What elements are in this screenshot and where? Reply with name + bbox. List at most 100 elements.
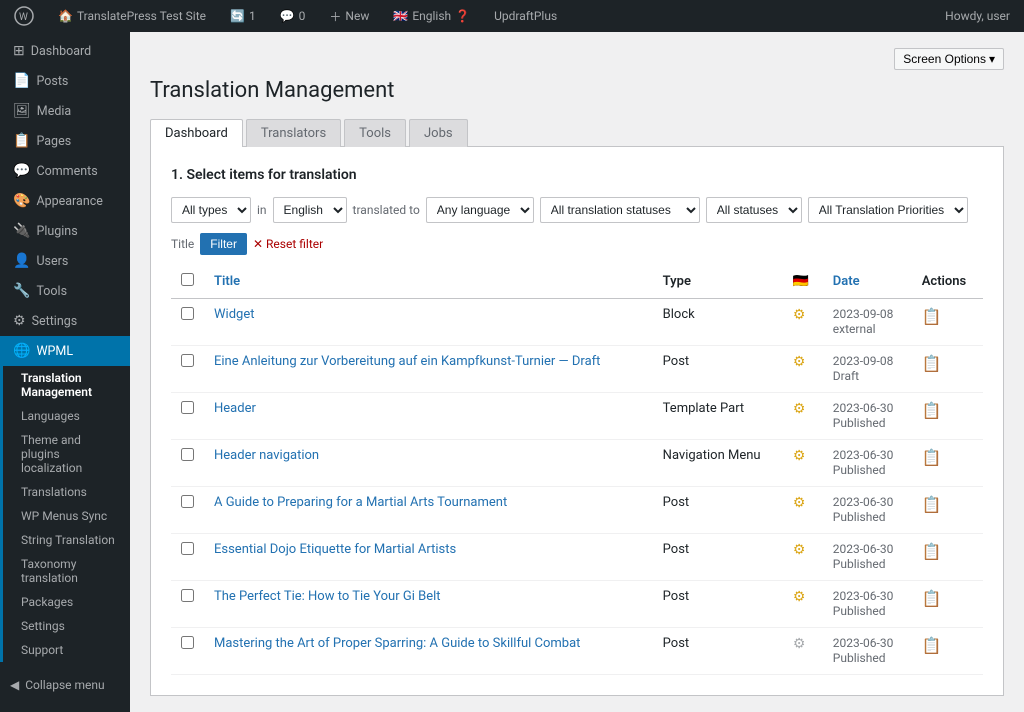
row-action-icon[interactable]: 📋: [922, 636, 942, 655]
row-action-icon[interactable]: 📋: [922, 401, 942, 420]
sidebar-item-comments[interactable]: 💬 Comments: [0, 156, 130, 186]
row-title-link[interactable]: Header navigation: [214, 448, 319, 463]
type-filter[interactable]: All types: [171, 197, 251, 223]
row-checkbox[interactable]: [181, 589, 194, 602]
row-title-link[interactable]: A Guide to Preparing for a Martial Arts …: [214, 495, 507, 510]
row-action-icon[interactable]: 📋: [922, 354, 942, 373]
row-status-cell: ⚙: [783, 440, 823, 487]
row-action-icon[interactable]: 📋: [922, 495, 942, 514]
chevron-down-icon: ▾: [989, 52, 995, 66]
row-action-icon[interactable]: 📋: [922, 542, 942, 561]
row-status-cell: ⚙: [783, 487, 823, 534]
row-title-link[interactable]: Header: [214, 401, 256, 416]
row-title-cell: Widget: [204, 299, 653, 346]
sidebar-item-users[interactable]: 👤 Users: [0, 246, 130, 276]
sidebar-item-tools[interactable]: 🔧 Tools: [0, 276, 130, 306]
row-checkbox[interactable]: [181, 636, 194, 649]
table-row: Header Template Part ⚙ 2023-06-30 Publis…: [171, 393, 983, 440]
comments-count: 0: [299, 9, 306, 23]
wpml-sub-string-translation[interactable]: String Translation: [3, 528, 130, 552]
date-sort-button[interactable]: Date: [833, 274, 860, 289]
priority-filter[interactable]: All Translation Priorities: [808, 197, 968, 223]
sidebar-item-label: Plugins: [36, 224, 77, 239]
row-action-icon[interactable]: 📋: [922, 448, 942, 467]
media-icon: 🖼: [13, 103, 31, 119]
row-checkbox[interactable]: [181, 448, 194, 461]
row-type-cell: Post: [653, 534, 783, 581]
row-title-link[interactable]: Essential Dojo Etiquette for Martial Art…: [214, 542, 456, 557]
times-icon: ✕: [253, 237, 263, 251]
wpml-sub-menus-sync[interactable]: WP Menus Sync: [3, 504, 130, 528]
wpml-sub-translations[interactable]: Translations: [3, 480, 130, 504]
tab-dashboard[interactable]: Dashboard: [150, 119, 243, 147]
row-action-icon[interactable]: 📋: [922, 589, 942, 608]
wpml-sub-settings[interactable]: Settings: [3, 614, 130, 638]
tab-jobs[interactable]: Jobs: [409, 119, 468, 147]
row-date: 2023-06-30: [833, 495, 894, 509]
sidebar-item-posts[interactable]: 📄 Posts: [0, 66, 130, 96]
wpml-sub-translation-management[interactable]: Translation Management: [3, 366, 130, 404]
status-yellow-icon: ⚙: [793, 401, 806, 417]
site-name-button[interactable]: 🏠 TranslatePress Test Site: [52, 0, 212, 32]
row-checkbox[interactable]: [181, 354, 194, 367]
translation-status-filter[interactable]: All translation statuses: [540, 197, 700, 223]
comments-icon: 💬: [280, 9, 295, 23]
wpml-sub-languages[interactable]: Languages: [3, 404, 130, 428]
translated-to-label: translated to: [353, 203, 420, 217]
row-action-icon[interactable]: 📋: [922, 307, 942, 326]
filters-row: All types in English translated to Any l…: [171, 197, 983, 223]
section-title: 1. Select items for translation: [171, 167, 983, 183]
any-language-filter[interactable]: Any language: [426, 197, 534, 223]
reset-filter-link[interactable]: ✕ Reset filter: [253, 237, 323, 251]
sidebar-item-label: Comments: [36, 164, 97, 179]
row-title-link[interactable]: Mastering the Art of Proper Sparring: A …: [214, 636, 580, 651]
row-title-link[interactable]: Widget: [214, 307, 254, 322]
row-title-cell: Eine Anleitung zur Vorbereitung auf ein …: [204, 346, 653, 393]
row-title-link[interactable]: Eine Anleitung zur Vorbereitung auf ein …: [214, 354, 600, 369]
row-checkbox[interactable]: [181, 495, 194, 508]
row-date-cell: 2023-06-30 Published: [823, 534, 912, 581]
row-actions-cell: 📋: [912, 440, 983, 487]
sidebar-item-pages[interactable]: 📋 Pages: [0, 126, 130, 156]
sidebar-item-plugins[interactable]: 🔌 Plugins: [0, 216, 130, 246]
status-yellow-icon: ⚙: [793, 542, 806, 558]
tab-tools[interactable]: Tools: [344, 119, 406, 147]
updraftplus-button[interactable]: UpdraftPlus: [488, 0, 563, 32]
user-menu[interactable]: Howdy, user: [939, 0, 1016, 32]
comments-icon: 💬: [13, 163, 30, 179]
select-all-checkbox[interactable]: [181, 273, 194, 286]
screen-options-button[interactable]: Screen Options ▾: [894, 48, 1004, 70]
wpml-sub-taxonomy-translation[interactable]: Taxonomy translation: [3, 552, 130, 590]
status-filter[interactable]: All statuses: [706, 197, 802, 223]
row-actions-cell: 📋: [912, 487, 983, 534]
new-content-button[interactable]: ＋ New: [323, 0, 375, 32]
comments-button[interactable]: 💬 0: [274, 0, 312, 32]
wpml-sub-support[interactable]: Support: [3, 638, 130, 662]
updates-button[interactable]: 🔄 1: [224, 0, 262, 32]
row-type-cell: Navigation Menu: [653, 440, 783, 487]
wp-logo-button[interactable]: W: [8, 0, 40, 32]
tab-translators[interactable]: Translators: [246, 119, 341, 147]
title-sort-button[interactable]: Title: [214, 274, 240, 289]
language-switcher[interactable]: 🇬🇧 English ❓: [387, 0, 476, 32]
sidebar-item-appearance[interactable]: 🎨 Appearance: [0, 186, 130, 216]
wpml-sub-packages[interactable]: Packages: [3, 590, 130, 614]
row-checkbox[interactable]: [181, 307, 194, 320]
language-filter[interactable]: English: [273, 197, 347, 223]
wpml-sub-theme-plugins[interactable]: Theme and plugins localization: [3, 428, 130, 480]
collapse-menu-button[interactable]: ◀ Collapse menu: [0, 670, 130, 700]
row-title-link[interactable]: The Perfect Tie: How to Tie Your Gi Belt: [214, 589, 441, 604]
updraft-label: UpdraftPlus: [494, 9, 557, 23]
sidebar-item-settings[interactable]: ⚙ Settings: [0, 306, 130, 336]
sidebar: ⊞ Dashboard 📄 Posts 🖼 Media 📋 Pages 💬 Co…: [0, 32, 130, 712]
filter-button[interactable]: Filter: [200, 233, 247, 255]
page-title: Translation Management: [150, 78, 1004, 103]
row-checkbox-cell: [171, 534, 204, 581]
row-checkbox[interactable]: [181, 542, 194, 555]
sidebar-item-media[interactable]: 🖼 Media: [0, 96, 130, 126]
row-checkbox[interactable]: [181, 401, 194, 414]
settings-icon: ⚙: [13, 313, 26, 329]
sidebar-item-wpml[interactable]: 🌐 WPML: [0, 336, 130, 366]
header-flag-col: 🇩🇪: [783, 265, 823, 299]
sidebar-item-dashboard[interactable]: ⊞ Dashboard: [0, 36, 130, 66]
